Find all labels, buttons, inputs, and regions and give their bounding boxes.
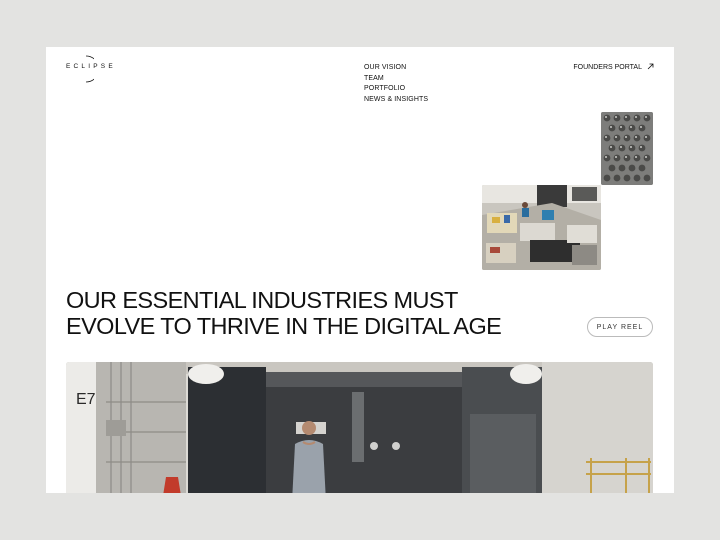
nav-portfolio[interactable]: PORTFOLIO	[364, 84, 428, 95]
main-nav: OUR VISION TEAM PORTFOLIO NEWS & INSIGHT…	[364, 63, 428, 105]
headline-line-1: OUR ESSENTIAL INDUSTRIES MUST	[66, 287, 458, 313]
landing-page: ECLIPSE OUR VISION TEAM PORTFOLIO NEWS &…	[46, 47, 674, 493]
nav-news-insights[interactable]: NEWS & INSIGHTS	[364, 95, 428, 106]
nav-our-vision[interactable]: OUR VISION	[364, 63, 428, 74]
keycap-grid-image	[601, 112, 653, 185]
hero-headline: OUR ESSENTIAL INDUSTRIES MUST EVOLVE TO …	[66, 287, 502, 339]
eclipse-arc-icon	[85, 55, 94, 83]
founders-portal-label: FOUNDERS PORTAL	[573, 64, 642, 71]
office-workspace-image	[482, 185, 601, 270]
eclipse-logo[interactable]: ECLIPSE	[66, 55, 116, 83]
founders-portal-link[interactable]: FOUNDERS PORTAL	[573, 63, 654, 72]
nav-team[interactable]: TEAM	[364, 74, 428, 85]
hero-factory-image: E7	[66, 362, 653, 493]
play-reel-button[interactable]: PLAY REEL	[587, 317, 653, 337]
area-marker-label: E7	[76, 391, 96, 408]
headline-line-2: EVOLVE TO THRIVE IN THE DIGITAL AGE	[66, 313, 502, 339]
arrow-up-right-icon	[647, 63, 654, 72]
